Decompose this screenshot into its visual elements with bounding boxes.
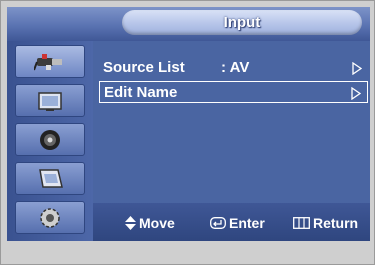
sound-icon	[40, 130, 60, 150]
hint-return-label: Return	[313, 215, 359, 231]
title-bar: Input	[7, 7, 370, 41]
hint-move: Move	[125, 215, 175, 231]
sidebar-item-channel[interactable]	[15, 162, 85, 195]
hint-enter: Enter	[210, 215, 265, 231]
menu-item-label: Source List	[103, 59, 185, 76]
sidebar-item-setup[interactable]	[15, 201, 85, 234]
hint-enter-label: Enter	[229, 215, 265, 231]
picture-icon	[38, 92, 62, 111]
enter-icon	[210, 217, 226, 229]
up-down-arrow-icon	[125, 216, 136, 230]
key-hint-bar: Move Enter Return	[93, 203, 370, 241]
right-arrow-icon	[351, 87, 361, 100]
tv-osd-frame: Input Source List: AV Edit Name Move En…	[0, 0, 375, 265]
menu-item-edit-name[interactable]: Edit Name	[99, 81, 368, 103]
input-plug-icon	[34, 54, 62, 71]
sidebar-item-input[interactable]	[15, 45, 85, 78]
sidebar-item-picture[interactable]	[15, 84, 85, 117]
category-sidebar	[7, 41, 93, 241]
right-arrow-icon	[352, 62, 362, 75]
sidebar-item-sound[interactable]	[15, 123, 85, 156]
page-title: Input	[122, 10, 362, 35]
menu-item-value: : AV	[221, 59, 250, 76]
return-icon	[293, 217, 310, 229]
setup-gear-icon	[40, 208, 60, 228]
hint-return: Return	[293, 215, 358, 231]
menu-item-source-list[interactable]: Source List : AV	[99, 57, 368, 79]
hint-move-label: Move	[139, 215, 175, 231]
osd-panel: Input Source List: AV Edit Name Move En…	[7, 7, 370, 241]
menu-item-label: Edit Name	[104, 84, 178, 101]
channel-icon	[39, 169, 63, 188]
